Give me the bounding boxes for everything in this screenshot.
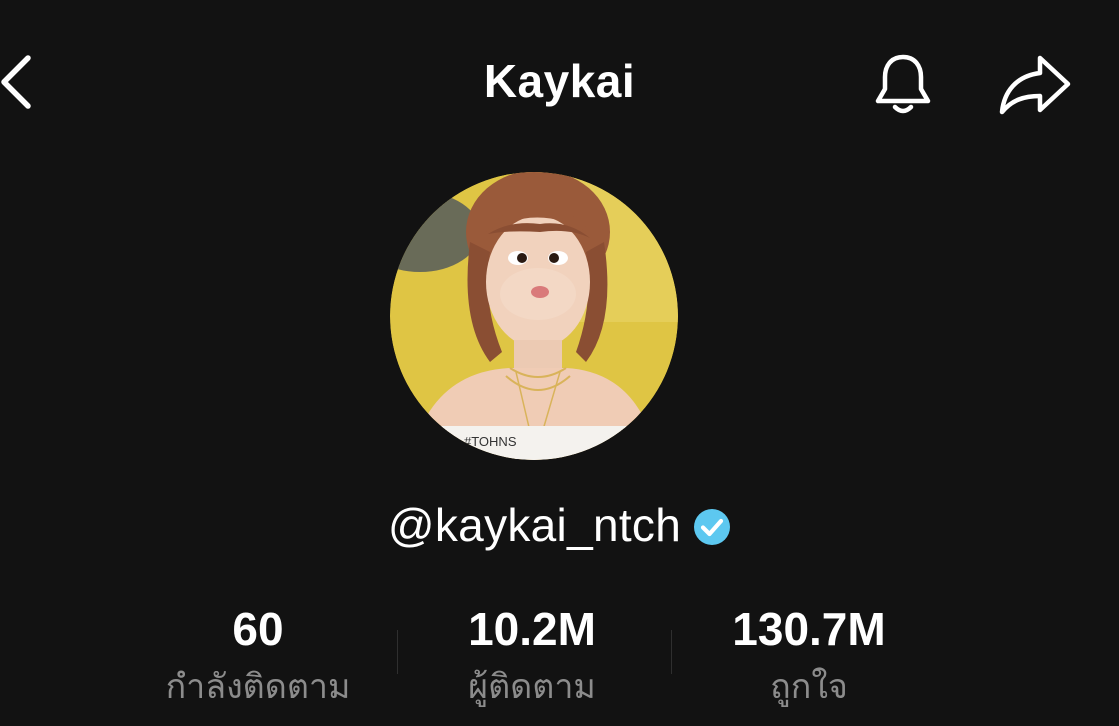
profile-photo: #TOHNS <box>390 172 678 460</box>
likes-count: 130.7M <box>732 603 886 655</box>
followers-count: 10.2M <box>468 603 596 655</box>
profile-stats: 60 กำลังติดตาม 10.2M ผู้ติดตาม 130.7M ถู… <box>0 600 1119 720</box>
top-bar: Kaykai <box>0 0 1119 170</box>
stat-divider <box>397 630 398 674</box>
stat-divider <box>671 630 672 674</box>
username-handle: @kaykai_ntch <box>387 499 682 551</box>
avatar[interactable]: #TOHNS <box>390 172 678 460</box>
handle-row: @kaykai_ntch <box>0 498 1119 552</box>
svg-text:#TOHNS: #TOHNS <box>464 434 517 449</box>
followers-label: ผู้ติดตาม <box>468 668 596 706</box>
share-arrow-icon <box>999 55 1071 115</box>
notification-bell-button[interactable] <box>868 48 938 120</box>
stat-likes[interactable]: 130.7M ถูกใจ <box>698 600 920 712</box>
following-count: 60 <box>232 603 284 655</box>
verified-badge-icon <box>694 509 731 545</box>
bell-icon <box>875 54 931 114</box>
stat-followers[interactable]: 10.2M ผู้ติดตาม <box>422 600 642 712</box>
following-label: กำลังติดตาม <box>165 668 351 706</box>
share-button[interactable] <box>994 48 1078 120</box>
stat-following[interactable]: 60 กำลังติดตาม <box>138 600 378 712</box>
page-title: Kaykai <box>483 55 636 107</box>
likes-label: ถูกใจ <box>770 668 848 706</box>
